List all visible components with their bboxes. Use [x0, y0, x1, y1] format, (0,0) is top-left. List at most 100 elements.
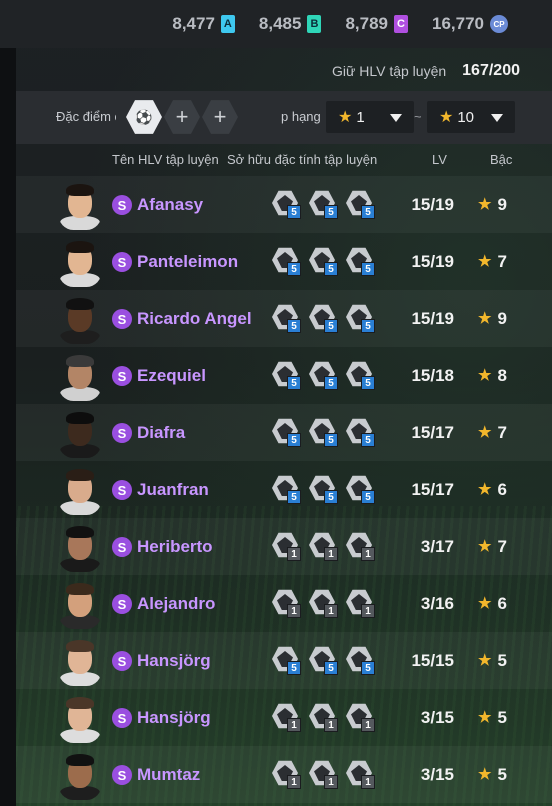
- training-trait-icon[interactable]: 5: [346, 247, 378, 277]
- coach-traits: 5 5 5: [272, 646, 392, 678]
- trait-level-badge: 5: [287, 319, 301, 333]
- coach-rank: ★ 7: [478, 537, 507, 557]
- coach-rank: ★ 7: [478, 423, 507, 443]
- training-trait-icon[interactable]: 1: [272, 532, 304, 562]
- training-trait-icon[interactable]: 5: [309, 418, 341, 448]
- rank-filter-label: p hạng: [281, 109, 321, 124]
- column-traits-header[interactable]: Sở hữu đặc tính tập luyện: [227, 152, 377, 167]
- coach-rank-value: 5: [497, 708, 507, 727]
- training-trait-icon[interactable]: 1: [309, 703, 341, 733]
- coach-avatar: [58, 182, 102, 230]
- coach-row[interactable]: S Ricardo Angel 5 5 5 15/19 ★ 9: [16, 290, 552, 347]
- coach-row[interactable]: S Hansjörg 1 1 1 3/15 ★ 5: [16, 689, 552, 746]
- training-trait-icon[interactable]: 5: [309, 475, 341, 505]
- training-trait-icon[interactable]: 1: [309, 760, 341, 790]
- training-trait-icon[interactable]: 5: [309, 190, 341, 220]
- coach-name: Juanfran: [137, 480, 209, 499]
- training-trait-icon[interactable]: 1: [346, 532, 378, 562]
- training-trait-icon[interactable]: 5: [346, 190, 378, 220]
- coach-name: Alejandro: [137, 594, 216, 613]
- coach-avatar: [58, 467, 102, 515]
- training-trait-icon[interactable]: 5: [346, 361, 378, 391]
- coach-row[interactable]: S Diafra 5 5 5 15/17 ★ 7: [16, 404, 552, 461]
- avatar-shirt: [60, 273, 100, 287]
- training-trait-icon[interactable]: 5: [346, 475, 378, 505]
- coach-row[interactable]: S Alejandro 1 1 1 3/16 ★ 6: [16, 575, 552, 632]
- avatar-shirt: [60, 444, 100, 458]
- avatar-shirt: [60, 330, 100, 344]
- star-icon: ★: [478, 253, 492, 270]
- coach-name: Diafra: [137, 423, 186, 442]
- grade-badge: S: [112, 423, 132, 443]
- trait-filter-selected-button[interactable]: ⚽: [126, 100, 162, 134]
- training-trait-icon[interactable]: 5: [346, 646, 378, 676]
- training-trait-icon[interactable]: 5: [272, 646, 304, 676]
- coach-avatar: [58, 752, 102, 800]
- currency-c: 8,789 C: [345, 14, 408, 34]
- coach-level: 3/17: [420, 537, 454, 556]
- chevron-down-icon: [390, 114, 402, 122]
- trait-level-badge: 1: [324, 775, 338, 789]
- star-icon: ★: [478, 196, 492, 213]
- avatar-shirt: [60, 672, 100, 686]
- training-trait-icon[interactable]: 5: [272, 304, 304, 334]
- coach-name: Afanasy: [137, 195, 204, 214]
- training-trait-icon[interactable]: 5: [309, 646, 341, 676]
- currency-c-icon: C: [394, 15, 408, 33]
- training-trait-icon[interactable]: 1: [346, 703, 378, 733]
- trait-level-badge: 5: [324, 205, 338, 219]
- avatar-shirt: [60, 501, 100, 515]
- training-trait-icon[interactable]: 5: [272, 361, 304, 391]
- coach-row[interactable]: S Afanasy 5 5 5 15/19 ★ 9: [16, 176, 552, 233]
- training-trait-icon[interactable]: 5: [309, 247, 341, 277]
- trait-level-badge: 5: [324, 433, 338, 447]
- filter-bar: Đặc điểm c ⚽ + + p hạng ★ 1 ~ ★ 10: [16, 91, 552, 144]
- trait-level-badge: 1: [287, 775, 301, 789]
- training-trait-icon[interactable]: 5: [272, 247, 304, 277]
- training-trait-icon[interactable]: 5: [309, 361, 341, 391]
- add-trait-filter-button-2[interactable]: +: [202, 100, 238, 134]
- column-name-header[interactable]: Tên HLV tập luyện: [112, 152, 219, 167]
- coach-row[interactable]: S Heriberto 1 1 1 3/17 ★ 7: [16, 518, 552, 575]
- training-trait-icon[interactable]: 5: [346, 304, 378, 334]
- training-trait-icon[interactable]: 1: [309, 589, 341, 619]
- coach-row[interactable]: S Juanfran 5 5 5 15/17 ★ 6: [16, 461, 552, 518]
- coach-traits: 5 5 5: [272, 190, 392, 222]
- plus-icon: +: [213, 104, 227, 129]
- avatar-hair: [66, 640, 94, 652]
- coach-row[interactable]: S Mumtaz 1 1 1 3/15 ★ 5: [16, 746, 552, 803]
- currency-a: 8,477 A: [172, 14, 235, 34]
- training-trait-icon[interactable]: 5: [272, 418, 304, 448]
- avatar-hair: [66, 412, 94, 424]
- trait-level-badge: 5: [361, 490, 375, 504]
- training-trait-icon[interactable]: 1: [272, 760, 304, 790]
- coach-row[interactable]: S Panteleimon 5 5 5 15/19 ★ 7: [16, 233, 552, 290]
- coach-traits: 1 1 1: [272, 760, 392, 792]
- currency-a-icon: A: [220, 15, 235, 33]
- grade-badge: S: [112, 537, 132, 557]
- training-trait-icon[interactable]: 5: [346, 418, 378, 448]
- trait-level-badge: 5: [324, 319, 338, 333]
- add-trait-filter-button-1[interactable]: +: [164, 100, 200, 134]
- coach-avatar: [58, 581, 102, 629]
- coach-name: Mumtaz: [137, 765, 201, 784]
- max-rank-dropdown[interactable]: ★ 10: [427, 101, 515, 133]
- star-icon: ★: [478, 709, 492, 726]
- trait-level-badge: 5: [361, 661, 375, 675]
- training-trait-icon[interactable]: 5: [272, 190, 304, 220]
- training-trait-icon[interactable]: 1: [346, 760, 378, 790]
- coach-row[interactable]: S Ezequiel 5 5 5 15/18 ★ 8: [16, 347, 552, 404]
- grade-badge: S: [112, 252, 132, 272]
- column-bac-header[interactable]: Bậc: [490, 152, 512, 167]
- trait-level-badge: 5: [287, 376, 301, 390]
- column-lv-header[interactable]: LV: [432, 152, 447, 167]
- coach-row[interactable]: S Hansjörg 5 5 5 15/15 ★ 5: [16, 632, 552, 689]
- training-trait-icon[interactable]: 5: [309, 304, 341, 334]
- training-trait-icon[interactable]: 1: [346, 589, 378, 619]
- training-trait-icon[interactable]: 1: [272, 589, 304, 619]
- training-trait-icon[interactable]: 5: [272, 475, 304, 505]
- training-trait-icon[interactable]: 1: [272, 703, 304, 733]
- training-trait-icon[interactable]: 1: [309, 532, 341, 562]
- min-rank-dropdown[interactable]: ★ 1: [326, 101, 414, 133]
- plus-icon: +: [175, 104, 189, 129]
